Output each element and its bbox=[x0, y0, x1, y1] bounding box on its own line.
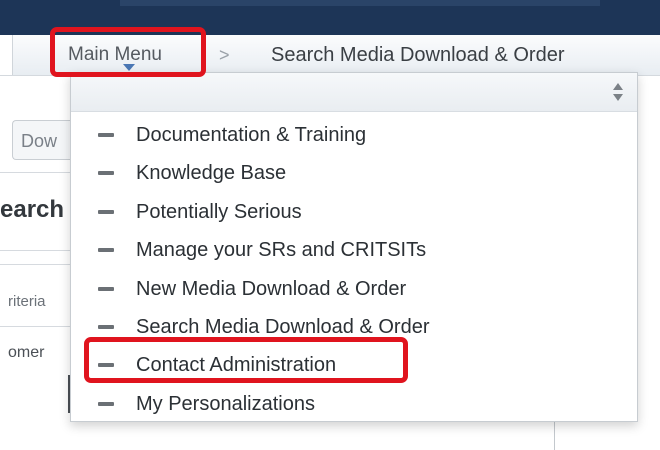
background-heading: earch bbox=[0, 196, 65, 223]
menu-item-label: Documentation & Training bbox=[136, 124, 367, 146]
dash-icon bbox=[98, 248, 114, 253]
divider bbox=[0, 326, 75, 327]
main-menu-dropdown: Documentation & Training Knowledge Base … bbox=[70, 72, 638, 422]
dropdown-header bbox=[71, 73, 637, 112]
menu-item-knowledge-base[interactable]: Knowledge Base bbox=[71, 154, 637, 192]
breadcrumb-separator: > bbox=[219, 45, 230, 65]
menu-item-label: Knowledge Base bbox=[136, 162, 287, 185]
main-menu-label: Main Menu bbox=[68, 44, 162, 65]
menu-item-label: Search Media Download & Order bbox=[136, 315, 430, 338]
menu-item-label: Contact Administration bbox=[136, 354, 337, 377]
menu-list: Documentation & Training Knowledge Base … bbox=[71, 112, 637, 423]
dash-icon bbox=[98, 286, 114, 291]
header-accent bbox=[120, 0, 600, 6]
menu-item-documentation-training[interactable]: Documentation & Training bbox=[71, 116, 637, 154]
menu-item-label: Manage your SRs and CRITSITs bbox=[136, 239, 427, 262]
dash-icon bbox=[98, 133, 114, 137]
menu-item-potentially-serious[interactable]: Potentially Serious bbox=[71, 193, 637, 231]
dash-icon bbox=[98, 324, 114, 329]
background-criteria-label: riteria bbox=[8, 293, 46, 310]
dash-icon bbox=[98, 209, 114, 214]
divider bbox=[0, 250, 75, 251]
main-menu-button[interactable]: Main Menu bbox=[68, 36, 162, 74]
background-tab-label: Dow bbox=[21, 131, 58, 151]
menu-item-my-personalizations[interactable]: My Personalizations bbox=[71, 385, 637, 423]
divider bbox=[0, 264, 75, 265]
dash-icon bbox=[98, 363, 114, 368]
menu-item-manage-srs[interactable]: Manage your SRs and CRITSITs bbox=[71, 231, 637, 269]
background-customer-label: omer bbox=[8, 344, 45, 361]
menu-item-label: Potentially Serious bbox=[136, 200, 302, 223]
nav-left-edge bbox=[0, 35, 13, 75]
menu-item-search-media-download[interactable]: Search Media Download & Order bbox=[71, 308, 637, 346]
menu-item-label: My Personalizations bbox=[136, 392, 315, 415]
dash-icon bbox=[98, 401, 114, 406]
sort-arrows-icon[interactable] bbox=[611, 81, 625, 103]
divider bbox=[0, 172, 75, 173]
menu-item-contact-administration[interactable]: Contact Administration bbox=[71, 346, 637, 384]
menu-item-new-media-download[interactable]: New Media Download & Order bbox=[71, 270, 637, 308]
menu-item-label: New Media Download & Order bbox=[136, 277, 407, 300]
breadcrumb-current-page[interactable]: Search Media Download & Order bbox=[271, 36, 564, 74]
dash-icon bbox=[98, 171, 114, 176]
caret-down-icon bbox=[123, 64, 135, 71]
background-tab[interactable]: Dow bbox=[12, 120, 70, 160]
